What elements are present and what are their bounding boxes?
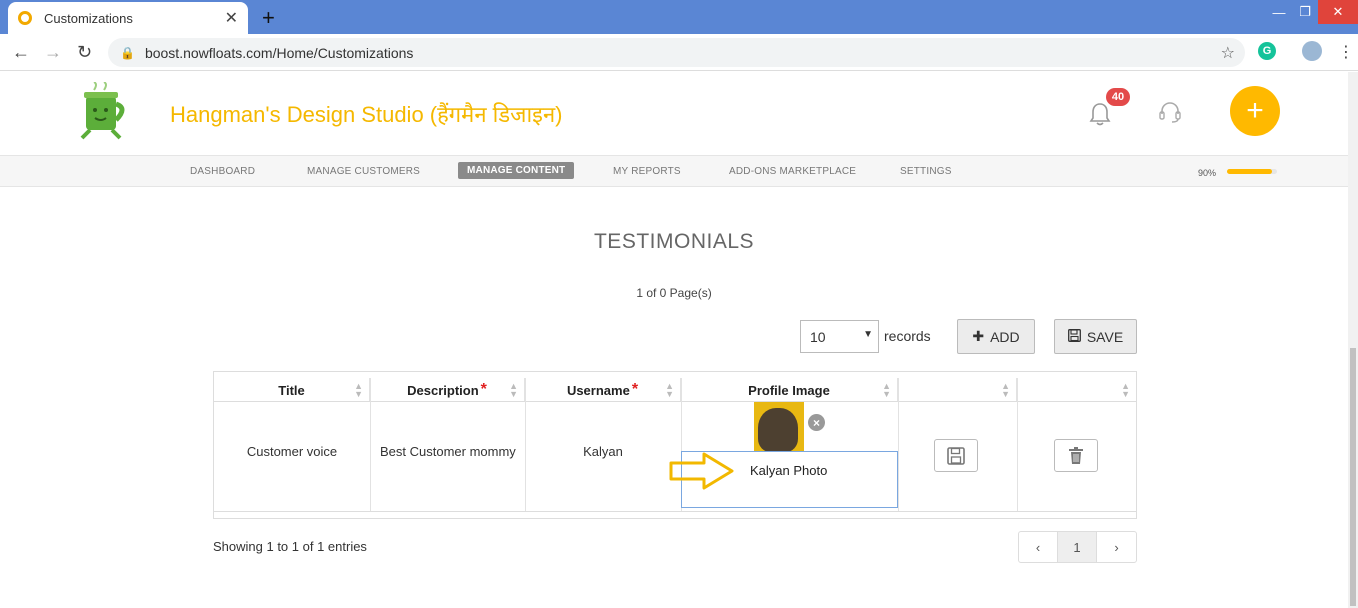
records-per-page-select[interactable]: 10 ▼ (800, 320, 879, 353)
scrollbar-thumb[interactable] (1350, 348, 1356, 606)
sort-icon[interactable]: ▲ ▼ (882, 382, 891, 399)
profile-progress-fill (1227, 169, 1272, 174)
image-caption-value: Kalyan Photo (750, 463, 828, 478)
main-navbar: DASHBOARD MANAGE CUSTOMERS MANAGE CONTEN… (0, 155, 1348, 187)
browser-tab[interactable]: Customizations ✕ (8, 2, 248, 34)
maximize-window-icon[interactable]: ❐ (1290, 0, 1320, 24)
page-button-1[interactable]: 1 (1058, 532, 1097, 562)
plus-icon: ✚ (972, 328, 985, 344)
floppy-disk-icon (947, 446, 965, 465)
sort-icon[interactable]: ▲ ▼ (1121, 382, 1130, 399)
testimonials-table: Title ▲ ▼ Description * ▲ ▼ Username * ▲ ▼ Pr… (213, 371, 1137, 519)
new-tab-icon[interactable]: + (262, 5, 275, 31)
sort-icon[interactable]: ▲ ▼ (509, 382, 518, 399)
add-button[interactable]: ✚ ADD (957, 319, 1035, 354)
delete-row-button[interactable] (1054, 439, 1098, 472)
column-description-label: Description (407, 382, 479, 398)
cell-title[interactable]: Customer voice (214, 444, 370, 459)
nav-addons-marketplace[interactable]: ADD-ONS MARKETPLACE (729, 166, 856, 177)
pagination: ‹ 1 › (1018, 531, 1137, 563)
browser-toolbar: ← → ↻ 🔒 boost.nowfloats.com/Home/Customi… (0, 34, 1358, 71)
column-title-label: Title (278, 382, 305, 398)
column-divider (898, 378, 899, 511)
row-divider (214, 511, 1136, 512)
browser-tabstrip: Customizations ✕ + — ❐ ✕ (0, 0, 1358, 34)
nav-manage-customers[interactable]: MANAGE CUSTOMERS (307, 166, 420, 177)
required-asterisk: * (631, 381, 639, 398)
column-divider (1017, 378, 1018, 511)
header-divider (214, 401, 1136, 402)
reload-icon[interactable]: ↻ (77, 42, 92, 63)
records-per-page-value: 10 (810, 329, 826, 345)
select-caret-icon: ▼ (863, 329, 873, 340)
support-headset-icon[interactable] (1158, 100, 1182, 130)
column-header-description[interactable]: Description * ▲ ▼ (370, 378, 525, 402)
remove-image-icon[interactable]: × (808, 414, 825, 431)
back-arrow-icon[interactable]: ← (12, 42, 30, 63)
sort-icon[interactable]: ▲ ▼ (665, 382, 674, 399)
profile-face-shape (758, 408, 798, 452)
column-header-profile-image[interactable]: Profile Image ▲ ▼ (681, 378, 898, 402)
browser-menu-icon[interactable]: ⋮ (1338, 42, 1354, 62)
column-divider (370, 378, 371, 511)
column-profile-image-label: Profile Image (748, 382, 830, 398)
save-row-button[interactable] (934, 439, 978, 472)
sort-icon[interactable]: ▲ ▼ (1001, 382, 1010, 399)
nav-dashboard[interactable]: DASHBOARD (190, 166, 255, 177)
close-window-icon[interactable]: ✕ (1318, 0, 1358, 24)
url-text: boost.nowfloats.com/Home/Customizations (144, 44, 414, 61)
business-logo[interactable] (68, 81, 140, 144)
forward-arrow-icon[interactable]: → (44, 42, 62, 63)
bookmark-star-icon[interactable]: ☆ (1221, 43, 1235, 63)
previous-page-button[interactable]: ‹ (1019, 532, 1058, 562)
tab-title: Customizations (44, 10, 133, 26)
browser-profile-avatar[interactable] (1302, 41, 1322, 61)
nav-settings[interactable]: SETTINGS (900, 166, 952, 177)
quick-add-button[interactable]: + (1230, 86, 1280, 136)
notification-count-badge[interactable]: 40 (1106, 88, 1130, 106)
nav-my-reports[interactable]: MY REPORTS (613, 166, 681, 177)
cell-description[interactable]: Best Customer mommy (380, 444, 520, 459)
cell-username[interactable]: Kalyan (525, 444, 681, 459)
column-header-username[interactable]: Username * ▲ ▼ (525, 378, 681, 402)
grammarly-extension-icon[interactable]: G (1258, 42, 1276, 60)
next-page-button[interactable]: › (1097, 532, 1136, 562)
column-username-label: Username (566, 382, 630, 398)
site-favicon-icon (18, 11, 32, 25)
records-label: records (884, 328, 931, 344)
business-name[interactable]: Hangman's Design Studio (हैंगमैन डिजाइन) (170, 99, 563, 129)
notification-bell-icon[interactable] (1089, 102, 1111, 132)
column-header-title[interactable]: Title ▲ ▼ (214, 378, 370, 402)
page-title: TESTIMONIALS (593, 230, 755, 253)
profile-image-thumbnail[interactable] (754, 402, 804, 452)
nav-manage-content[interactable]: MANAGE CONTENT (458, 162, 575, 179)
save-all-button[interactable]: SAVE (1054, 319, 1137, 354)
column-header-delete[interactable]: ▲ ▼ (1017, 378, 1136, 402)
save-button-label: SAVE (1086, 328, 1124, 345)
profile-progress-label: 90% (1198, 168, 1217, 178)
required-asterisk: * (480, 381, 487, 398)
profile-progress-bar (1227, 169, 1277, 174)
lock-icon: 🔒 (120, 45, 135, 60)
sort-icon[interactable]: ▲ ▼ (354, 382, 363, 399)
tab-close-icon[interactable]: ✕ (225, 8, 238, 28)
annotation-arrow-icon (669, 452, 734, 490)
page-count-info: 1 of 0 Page(s) (636, 286, 712, 300)
page-scrollbar[interactable] (1348, 72, 1358, 608)
add-button-label: ADD (990, 328, 1020, 345)
trash-icon (1069, 446, 1083, 464)
column-header-save[interactable]: ▲ ▼ (898, 378, 1017, 402)
entries-info: Showing 1 to 1 of 1 entries (213, 539, 367, 554)
floppy-disk-icon (1067, 328, 1081, 345)
address-bar[interactable]: 🔒 boost.nowfloats.com/Home/Customization… (108, 38, 1245, 67)
